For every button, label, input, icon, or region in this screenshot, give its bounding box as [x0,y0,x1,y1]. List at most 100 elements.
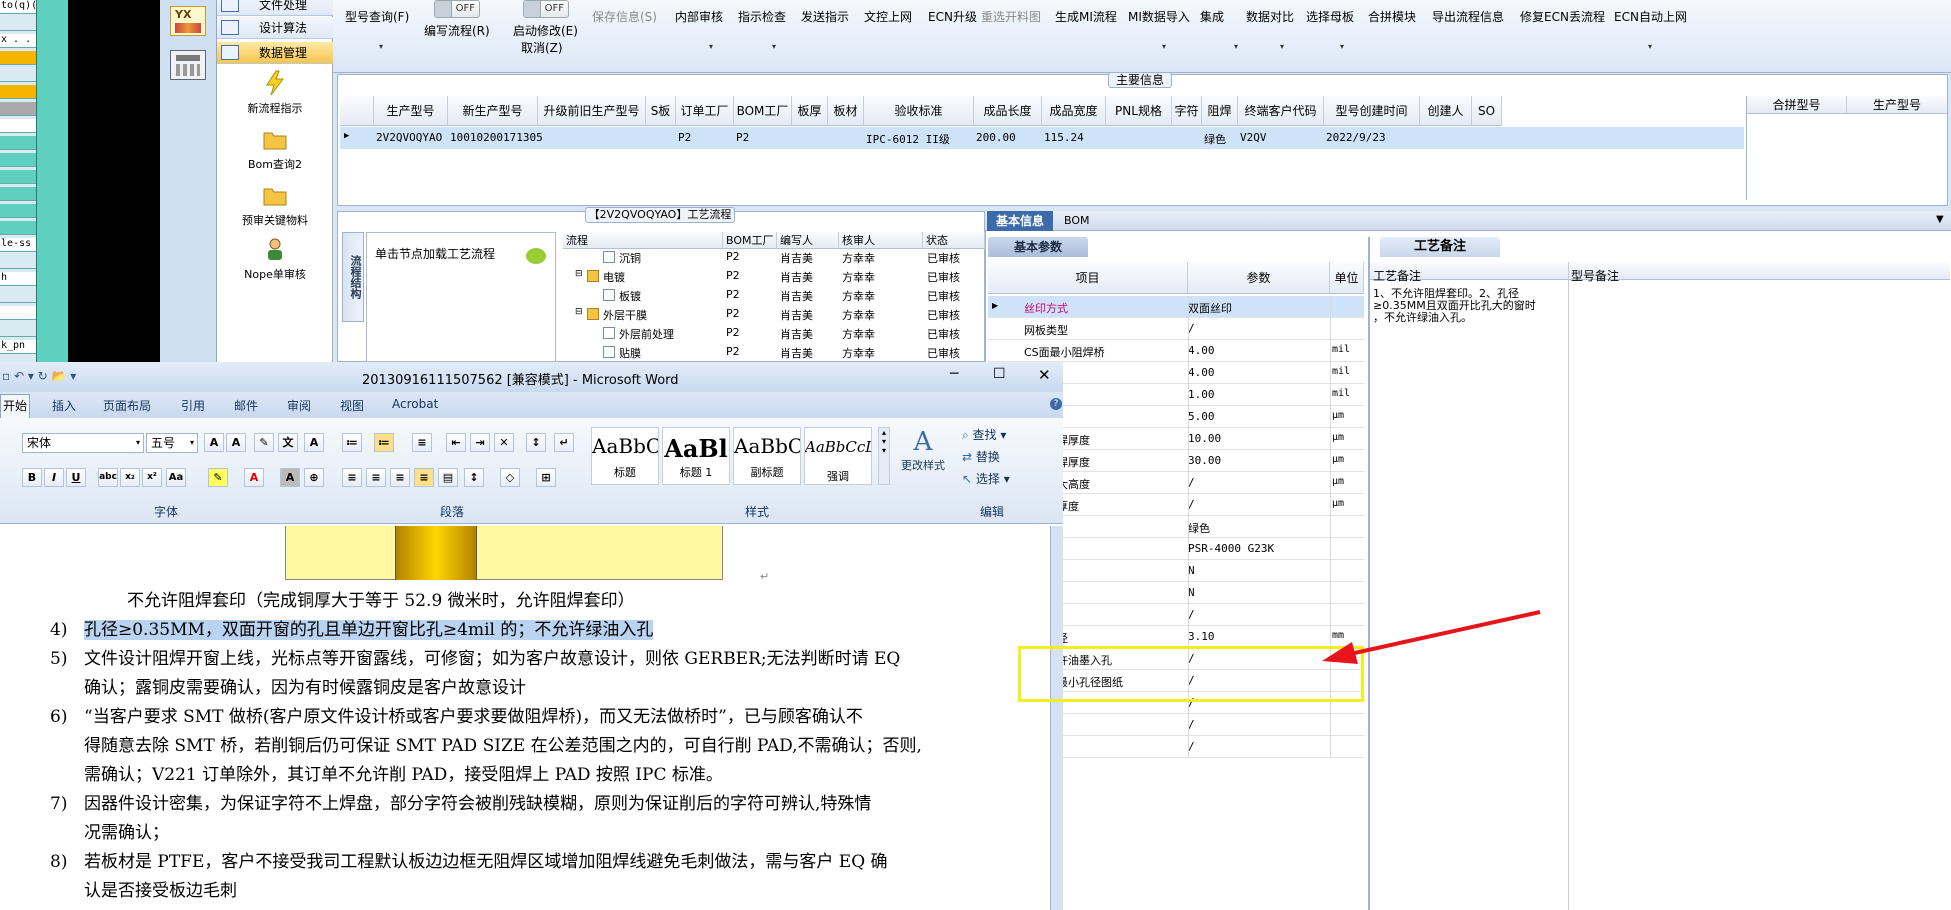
underline-button[interactable]: U [66,468,86,487]
toolbar-button-18[interactable]: ECN自动上网 [1614,8,1687,25]
tree-expander-icon[interactable]: ⊟ [575,269,583,279]
process-node[interactable]: 外层前处理 [619,326,674,342]
subtab-basic-params[interactable]: 基本参数 [988,237,1088,257]
tab-view[interactable]: 视图 [340,397,364,414]
process-header-2[interactable]: 编写人 [777,232,839,249]
align-right-button[interactable]: ≡ [390,468,410,487]
find-button[interactable]: ⌕ 查找 ▾ [962,426,1006,443]
tree-expander-icon[interactable]: ⊟ [575,307,583,317]
dropdown-arrow-icon[interactable]: ▾ [379,42,383,51]
param-value[interactable]: 30.00 [1188,454,1328,467]
doc-line[interactable]: 认是否接受板边毛刺 [84,877,237,906]
merge-model-header[interactable]: 合拼型号 [1747,96,1847,114]
toolbar-button-7[interactable]: 文控上网 [864,8,912,25]
param-value[interactable]: N [1188,586,1328,599]
document-image[interactable] [285,526,723,580]
toolbar-button-10[interactable]: 生成MI流程 [1055,8,1117,25]
spreadsheet-cell[interactable] [0,136,36,150]
toolbar-button-5[interactable]: 指示检查 [738,8,786,25]
change-case-button[interactable]: Aa [166,468,186,487]
param-unit-header[interactable]: 单位 [1330,262,1364,294]
calculator-icon[interactable] [170,50,206,80]
spreadsheet-cell[interactable] [0,153,36,167]
param-value[interactable]: PSR-4000 G23K [1188,542,1328,555]
sort-button[interactable]: ↕ [526,433,546,452]
spreadsheet-cell[interactable] [0,17,36,31]
param-value[interactable]: 3.10 [1188,630,1328,643]
param-value[interactable]: N [1188,564,1328,577]
process-node[interactable]: 外层干膜 [603,307,647,323]
param-value[interactable]: / [1188,608,1328,621]
doc-line[interactable]: 因器件设计密集，为保证字符不上焊盘，部分字符会被削残缺模糊，原则为保证削后的字符… [84,790,871,819]
grid-header-12[interactable]: 字符 [1172,96,1202,126]
tab-acrobat[interactable]: Acrobat [392,397,438,411]
toolbar-button-2[interactable]: 启动修改(E) [513,22,578,39]
grid-header-0[interactable]: 生产型号 [374,96,448,126]
param-value[interactable]: / [1188,718,1328,731]
font-color-button[interactable]: A [244,468,264,487]
spreadsheet-cell[interactable]: to(q)(au [0,0,36,14]
doc-line[interactable]: “当客户要求 SMT 做桥(客户原文件设计桥或客户要求要做阻焊桥)，而又无法做桥… [84,703,863,732]
superscript-button[interactable]: x² [142,468,162,487]
main-grid-row[interactable] [340,127,1744,149]
toolbar-button-4[interactable]: 内部审核 [675,8,723,25]
doc-line[interactable]: 需确认；V221 订单除外，其订单不允许削 PAD，接受阻焊上 PAD 按照 I… [84,761,723,790]
dropdown-arrow-icon[interactable]: ▾ [772,42,776,51]
spreadsheet-cell[interactable] [0,306,36,320]
numbering-button[interactable]: ≔ [374,433,394,452]
process-header-1[interactable]: BOM工厂 [723,232,777,249]
grid-header-5[interactable]: BOM工厂 [734,96,792,126]
spreadsheet-cell[interactable]: le-ss [0,238,36,252]
toggle-switch[interactable]: OFF [523,0,569,18]
toolbar-button-8[interactable]: ECN升级 [928,8,977,25]
spreadsheet-cell[interactable]: h [0,272,36,286]
help-icon[interactable]: ? [1050,398,1062,410]
doc-line[interactable]: 孔径≥0.35MM，双面开窗的孔且单边开窗比孔≥4mil 的；不允许绿油入孔 [84,616,654,645]
tab-insert[interactable]: 插入 [52,397,76,414]
increase-indent-button[interactable]: ⇥ [470,433,490,452]
toolbar-button-15[interactable]: 合拼模块 [1368,8,1416,25]
select-button[interactable]: ↖ 选择 ▾ [962,470,1010,487]
spreadsheet-cell[interactable] [0,289,36,303]
spreadsheet-cell[interactable] [0,323,36,337]
spreadsheet-cell[interactable]: k_pn [0,340,36,354]
maximize-button[interactable]: ☐ [993,366,1006,382]
grid-header-4[interactable]: 订单工厂 [676,96,734,126]
grow-font-button[interactable]: A [204,433,224,452]
process-structure-tab[interactable]: 流程结构 [342,232,364,322]
spreadsheet-cell[interactable] [0,187,36,201]
param-value[interactable]: / [1188,322,1328,335]
justify-button[interactable]: ≡ [414,468,434,487]
grid-header-13[interactable]: 阻焊 [1202,96,1238,126]
font-size-combo[interactable]: 五号 ▾ [146,433,198,453]
type-notes-header[interactable]: 型号备注 [1571,267,1619,284]
nav-item-prereview[interactable]: 预审关键物料 [217,182,333,228]
subscript-button[interactable]: x₂ [120,468,140,487]
dropdown-icon[interactable]: ▼ [1936,214,1944,225]
doc-line[interactable]: 确认；露铜皮需要确认，因为有时候露铜皮是客户故意设计 [84,674,526,703]
bullets-button[interactable]: ≔ [342,433,362,452]
phonetic-button[interactable]: 文 [278,433,298,452]
process-header-4[interactable]: 状态 [923,232,985,249]
multilevel-list-button[interactable]: ≡ [412,433,432,452]
doc-line[interactable]: 若板材是 PTFE，客户不接受我司工程默认板边边框无阻焊区域增加阻焊线避免毛刺做… [84,848,888,877]
replace-button[interactable]: ⇄ 替换 [962,448,1000,465]
line-spacing-button[interactable]: ↕ [464,468,484,487]
toggle-switch[interactable]: OFF [434,0,480,18]
shading-button[interactable]: ◇ [500,468,520,487]
craft-notes-header[interactable]: 工艺备注 [1373,267,1421,284]
grid-header-3[interactable]: S板 [646,96,676,126]
enclosed-char-button[interactable]: ⊕ [304,468,324,487]
tab-references[interactable]: 引用 [181,397,205,414]
param-value[interactable]: 1.00 [1188,388,1328,401]
vertical-ruler[interactable] [1050,526,1063,910]
grid-header-2[interactable]: 升级前旧生产型号 [538,96,646,126]
spreadsheet-cell[interactable] [0,119,36,133]
grid-header-14[interactable]: 终端客户代码 [1238,96,1324,126]
quick-access-toolbar[interactable]: ▫ ↶ ▾ ↻ 📂 ▾ [2,369,76,383]
nav-item-new-process[interactable]: 新流程指示 [217,70,333,116]
toolbar-button-14[interactable]: 选择母板 [1306,8,1354,25]
process-header-0[interactable]: 流程 [563,232,723,249]
param-item-header[interactable]: 项目 [988,262,1188,294]
spreadsheet-cell[interactable] [0,85,36,99]
